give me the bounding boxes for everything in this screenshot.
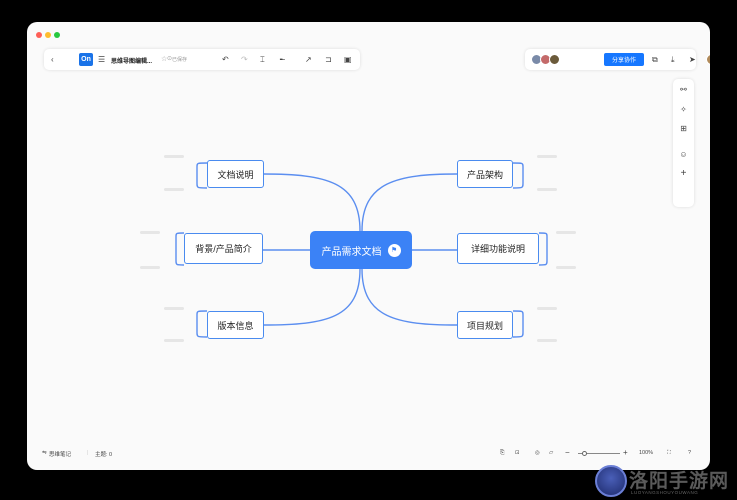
topic-label: 详细功能说明 bbox=[470, 244, 525, 254]
app-window: 产品需求文档 ⚑ 文档说明 背景/产品简介 版本信息 产品架构 详细功能说明 项… bbox=[27, 22, 710, 470]
zoom-in-icon[interactable]: + bbox=[623, 448, 628, 457]
main-toolbar: ‹ On ☰ 思维导图编辑... ☆ ⊙ 已保存 ↶ ↷ ⌶ ╾ ↗ ⊐ ▣ bbox=[44, 49, 360, 70]
outline-icon[interactable]: ⊐ bbox=[325, 53, 332, 66]
central-topic[interactable]: 产品需求文档 ⚑ bbox=[310, 231, 412, 269]
branch-line-right-1 bbox=[361, 173, 458, 232]
status-bar: ⇋ 思维笔记 | 主题: 0 ⎘ ⊡ ◎ ▱ − + 100% ⛶ ? bbox=[27, 445, 710, 463]
topic-label: 文档说明 bbox=[217, 169, 254, 180]
side-toolbar: ⚯ ✧ ⊞ ☺ + bbox=[673, 79, 694, 207]
watermark: 洛阳手游网 LUOYANGSHOUYOUWANG bbox=[595, 465, 730, 500]
app-logo[interactable]: On bbox=[79, 53, 93, 66]
topic-label: 版本信息 bbox=[217, 320, 254, 331]
notes-label[interactable]: 思维笔记 bbox=[49, 450, 71, 458]
branch-line-right-3 bbox=[361, 268, 458, 326]
branch-line-left-3 bbox=[262, 268, 361, 326]
locate-icon[interactable]: ◎ bbox=[535, 450, 540, 456]
frame-icon[interactable]: ▣ bbox=[344, 53, 352, 66]
topic-count: 主题: 0 bbox=[95, 452, 113, 458]
chevron-left-icon[interactable]: ‹ bbox=[51, 53, 54, 66]
fullscreen-icon[interactable]: ⛶ bbox=[667, 450, 671, 457]
topic-label: 产品架构 bbox=[466, 169, 503, 180]
help-icon[interactable]: ? bbox=[688, 450, 691, 456]
avatar[interactable] bbox=[549, 54, 560, 65]
zoom-level[interactable]: 100% bbox=[639, 450, 653, 456]
watermark-subtext: LUOYANGSHOUYOUWANG bbox=[631, 490, 699, 495]
save-status: 已保存 bbox=[172, 57, 188, 63]
send-icon[interactable]: ➤ bbox=[689, 53, 696, 66]
share-button[interactable]: 分享协作 bbox=[604, 53, 644, 66]
format-painter-icon[interactable]: ⌶ bbox=[260, 53, 265, 66]
arrow-icon[interactable]: ↗ bbox=[305, 53, 312, 66]
topic-node-left-2[interactable]: 背景/产品简介 bbox=[184, 233, 263, 264]
map-icon[interactable]: ▱ bbox=[549, 450, 553, 456]
branch-line-left-1 bbox=[262, 173, 361, 232]
settings-icon[interactable]: ⚯ bbox=[673, 85, 694, 94]
user-avatar[interactable] bbox=[706, 54, 710, 65]
flag-icon[interactable]: ⚑ bbox=[387, 243, 401, 257]
central-topic-label: 产品需求文档 bbox=[321, 246, 382, 258]
divider: | bbox=[87, 450, 89, 456]
topic-node-right-3[interactable]: 项目规划 bbox=[457, 311, 513, 339]
connector-icon[interactable]: ╾ bbox=[280, 53, 285, 66]
hamburger-icon[interactable]: ☰ bbox=[98, 53, 105, 66]
topic-node-right-2[interactable]: 详细功能说明 bbox=[457, 233, 539, 264]
emoji-icon[interactable]: ☺ bbox=[673, 150, 694, 159]
topic-label: 背景/产品简介 bbox=[195, 244, 252, 254]
topic-node-left-1[interactable]: 文档说明 bbox=[207, 160, 264, 188]
download-icon[interactable]: ⤓ bbox=[671, 53, 675, 66]
redo-icon[interactable]: ↷ bbox=[241, 53, 248, 66]
collab-toolbar: 分享协作 ⧉ ⤓ ➤ bbox=[525, 49, 696, 70]
topic-node-right-1[interactable]: 产品架构 bbox=[457, 160, 513, 188]
undo-icon[interactable]: ↶ bbox=[222, 53, 229, 66]
grid-icon[interactable]: ⊡ bbox=[515, 450, 520, 456]
plus-icon[interactable]: + bbox=[673, 168, 694, 179]
magic-icon[interactable]: ✧ bbox=[673, 105, 694, 114]
copy-icon[interactable]: ⎘ bbox=[500, 450, 504, 457]
document-title[interactable]: 思维导图编辑... bbox=[111, 56, 152, 65]
topic-node-left-3[interactable]: 版本信息 bbox=[207, 311, 264, 339]
topic-label: 项目规划 bbox=[466, 320, 503, 331]
zoom-out-icon[interactable]: − bbox=[565, 448, 570, 457]
watermark-logo bbox=[595, 465, 627, 497]
structure-icon[interactable]: ⊞ bbox=[673, 124, 694, 133]
watermark-text: 洛阳手游网 bbox=[629, 471, 730, 492]
notes-icon[interactable]: ⇋ bbox=[42, 450, 47, 456]
present-icon[interactable]: ⧉ bbox=[652, 53, 658, 66]
zoom-slider-handle[interactable] bbox=[582, 451, 587, 456]
